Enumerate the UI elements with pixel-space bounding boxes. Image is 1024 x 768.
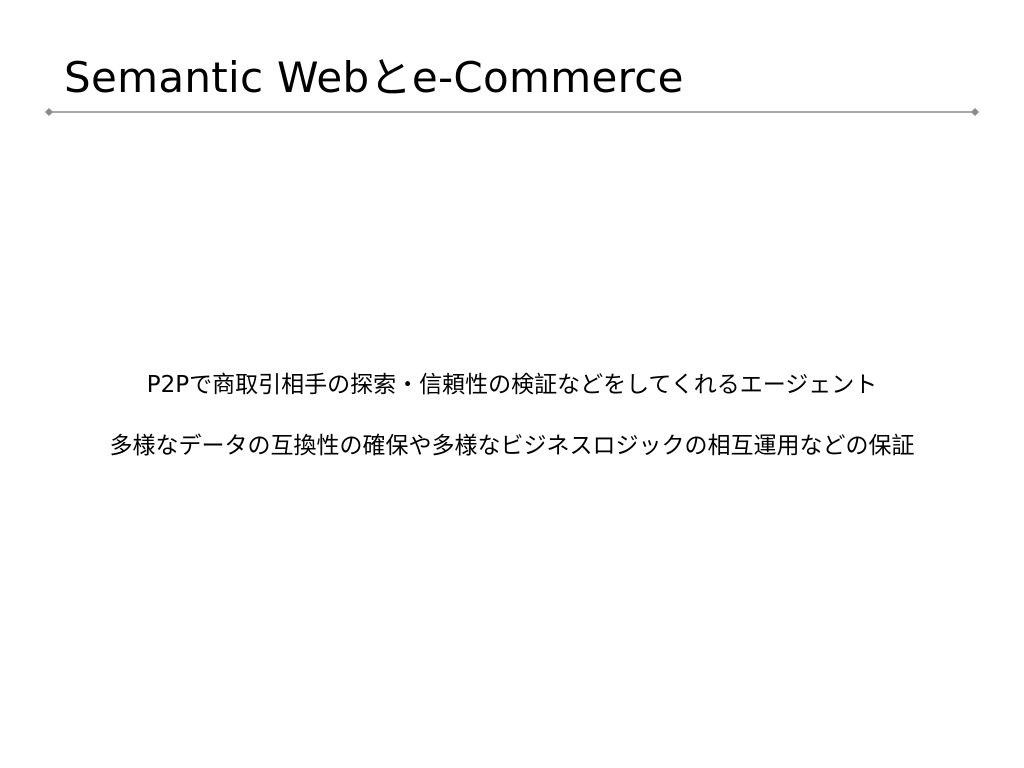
body-line-interoperability: 多様なデータの互換性の確保や多様なビジネスロジックの相互運用などの保証 — [109, 433, 915, 459]
title-divider — [45, 108, 979, 116]
divider-right-diamond-icon — [971, 108, 979, 116]
body-line-agent: P2Pで商取引相手の探索・信頼性の検証などをしてくれるエージェント — [146, 372, 878, 398]
slide-title: Semantic Webとe-Commerce — [64, 53, 684, 102]
slide: Semantic Webとe-Commerce P2Pで商取引相手の探索・信頼性… — [0, 0, 1024, 768]
divider-left-diamond-icon — [45, 108, 53, 116]
